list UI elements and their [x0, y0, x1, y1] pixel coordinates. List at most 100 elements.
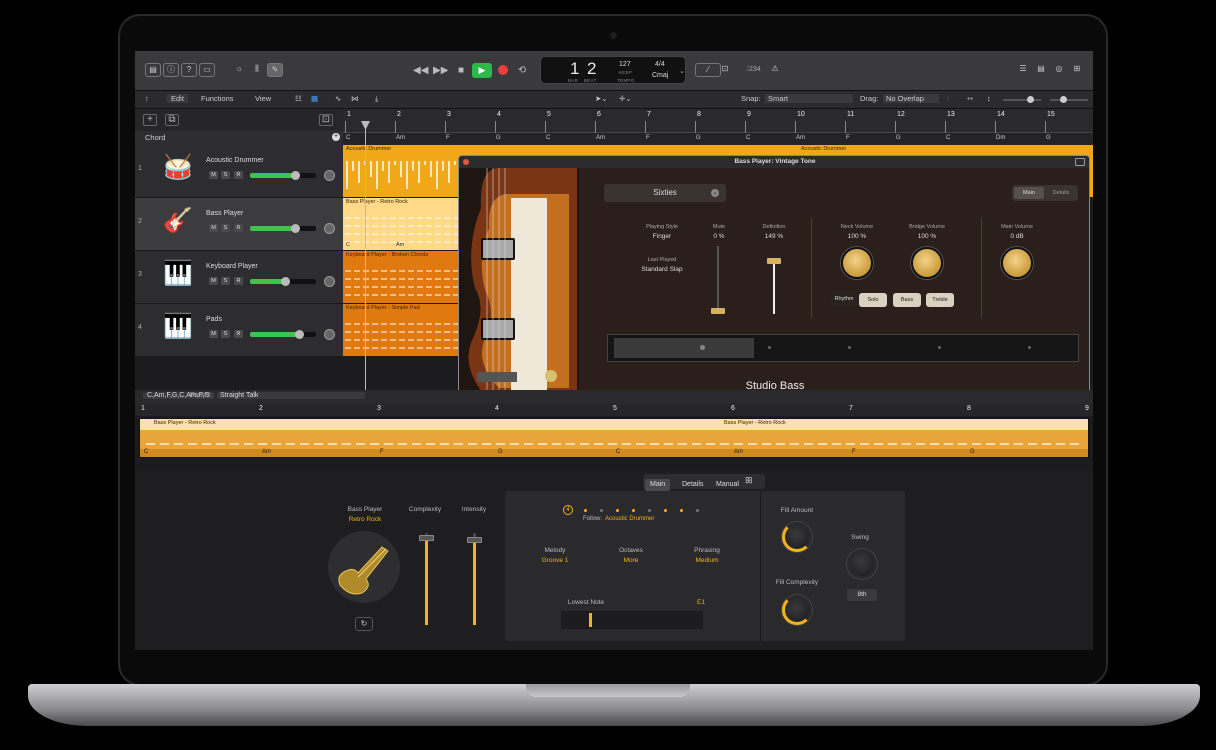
chord-symbol[interactable]: C	[346, 135, 350, 141]
editor-ruler[interactable]: 1 2 3 4 5 6 7 8 9	[135, 404, 1093, 416]
back-icon[interactable]: ↑	[145, 94, 149, 103]
mute-button[interactable]: M	[209, 330, 218, 338]
notepad-icon[interactable]: ▤	[1033, 63, 1049, 77]
playing-style-value[interactable]: Finger	[627, 233, 697, 240]
bass-button[interactable]: Bass	[893, 293, 921, 307]
play-button[interactable]: ▶	[472, 63, 492, 78]
duplicate-track-icon[interactable]: ⧉	[165, 114, 179, 126]
pan-knob[interactable]	[324, 170, 335, 181]
track-1[interactable]: 1 🥁 Acoustic Drummer M S R	[135, 145, 343, 198]
count-in-icon[interactable]: ⊡	[717, 63, 733, 77]
chord-symbol[interactable]: C	[946, 135, 950, 141]
inspector-icon[interactable]: ⓘ	[163, 63, 179, 77]
rewind-icon[interactable]: ◀◀	[413, 64, 428, 78]
timeline-ruler[interactable]: 1 2 3 4 5 6 7 8 9 10 11 12 13 14 15	[343, 109, 1093, 133]
record-enable-button[interactable]: R	[234, 224, 243, 232]
horizontal-zoom-slider[interactable]	[1003, 96, 1041, 103]
lcd-tempo[interactable]: 127	[619, 61, 631, 68]
smart-controls-icon[interactable]: ☼	[231, 63, 247, 77]
solo-button[interactable]: S	[221, 224, 230, 232]
pan-knob[interactable]	[324, 329, 335, 340]
add-track-icon[interactable]: +	[143, 114, 157, 126]
fill-complexity-knob[interactable]	[782, 595, 812, 625]
chord-symbol[interactable]: C	[546, 135, 550, 141]
edit-menu[interactable]: Edit	[167, 94, 188, 103]
chord-lane[interactable]: CAmFGCAmFGCAmFGCDmGC	[343, 133, 1093, 145]
last-played-value[interactable]: Standard Slap	[627, 266, 697, 273]
region-3[interactable]: Keyboard Player - Broken Chords	[343, 251, 459, 303]
chord-symbol[interactable]: Dm	[996, 135, 1005, 141]
plugin-expand-icon[interactable]	[1075, 158, 1085, 166]
mute-button[interactable]: M	[209, 224, 218, 232]
chord-symbol[interactable]: G	[496, 135, 501, 141]
plugin-tab-main[interactable]: Main	[1014, 187, 1044, 199]
library-icon[interactable]: ▤	[145, 63, 161, 77]
chord-symbol[interactable]: Am	[396, 135, 405, 141]
record-enable-button[interactable]: R	[234, 330, 243, 338]
main-volume-knob[interactable]	[1001, 247, 1033, 279]
catch-icon[interactable]: ⤓	[375, 94, 378, 104]
automation-icon[interactable]: ∿	[335, 94, 341, 103]
volume-fader[interactable]	[250, 171, 316, 180]
vertical-zoom-slider[interactable]	[1050, 96, 1088, 103]
chord-symbol[interactable]: F	[846, 135, 850, 141]
fill-amount-knob[interactable]	[782, 522, 812, 552]
lcd-signature[interactable]: 4/4	[655, 61, 665, 68]
neck-volume-knob[interactable]	[841, 247, 873, 279]
definition-slider-thumb[interactable]	[767, 258, 781, 264]
plugin-close-icon[interactable]	[463, 159, 469, 165]
lowest-note-slider[interactable]	[561, 611, 703, 629]
view-menu[interactable]: View	[255, 94, 271, 103]
session-tab-main[interactable]: Main	[645, 479, 671, 491]
treble-button[interactable]: Treble	[926, 293, 954, 307]
chord-symbol[interactable]: Am	[596, 135, 605, 141]
solo-button[interactable]: S	[221, 171, 230, 179]
region-4[interactable]: Keyboard Player - Simple Pad	[343, 304, 459, 356]
preset-selector[interactable]: Sixties	[604, 184, 726, 202]
chord-symbol[interactable]: G	[696, 135, 701, 141]
track-2[interactable]: 2 🎸 Bass Player M S R	[135, 198, 343, 251]
complexity-slider[interactable]	[419, 533, 434, 625]
lcd-chevron-icon[interactable]: ⌄	[679, 67, 685, 75]
session-tab-manual[interactable]: Manual	[711, 479, 744, 491]
warning-icon[interactable]: ⚠	[767, 63, 783, 77]
drag-select[interactable]: No Overlap	[883, 94, 939, 103]
track-name[interactable]: Keyboard Player	[206, 263, 258, 270]
zoom-fit-icon[interactable]: ⇿	[967, 94, 973, 103]
bridge-volume-knob[interactable]	[911, 247, 943, 279]
playhead[interactable]	[365, 121, 366, 401]
chord-symbol[interactable]: F	[646, 135, 650, 141]
region-inspector-icon[interactable]: ⊡	[319, 114, 333, 126]
player-style[interactable]: Retro Rock	[325, 516, 405, 523]
snap-select[interactable]: Smart	[765, 94, 853, 103]
vertical-zoom-icon[interactable]: ↕	[987, 94, 991, 103]
phrasing-value[interactable]: Medium	[677, 557, 737, 564]
editors-icon[interactable]: ✎	[267, 63, 283, 77]
help-icon[interactable]: ?	[181, 63, 197, 77]
list-editors-icon[interactable]: ☰	[1015, 63, 1031, 77]
mute-button[interactable]: M	[209, 277, 218, 285]
browser-icon[interactable]: ⊞	[1069, 63, 1085, 77]
solo-button[interactable]: Solo	[859, 293, 887, 307]
region-2[interactable]: Bass Player - Retro Rock C Am	[343, 198, 459, 250]
octaves-value[interactable]: More	[601, 557, 661, 564]
swing-division-select[interactable]: 8th	[847, 589, 877, 601]
refresh-icon[interactable]: ↻	[355, 617, 373, 631]
mute-slider-thumb[interactable]	[711, 308, 725, 314]
mute-slider[interactable]	[717, 246, 719, 314]
pan-knob[interactable]	[324, 223, 335, 234]
chord-symbol[interactable]: G	[1046, 135, 1051, 141]
record-button[interactable]	[498, 65, 508, 75]
loops-icon[interactable]: ◎	[1051, 63, 1067, 77]
chord-symbol[interactable]: G	[896, 135, 901, 141]
track-name[interactable]: Acoustic Drummer	[206, 157, 264, 164]
add-chord-icon[interactable]: +	[332, 133, 340, 141]
cycle-icon[interactable]: ⟲	[515, 64, 529, 78]
editor-preset-select[interactable]: Straight Talk	[217, 392, 365, 399]
player-avatar[interactable]	[328, 531, 400, 603]
alt-tool-icon[interactable]: ✛⌄	[619, 94, 632, 103]
lcd-key[interactable]: Cmaj	[652, 72, 668, 79]
lcd-display[interactable]: 1 2 BAR BEAT 127 KEEP TEMPO 4/4 Cmaj ⌄	[540, 56, 686, 84]
mixer-icon[interactable]: ⫼	[249, 63, 265, 77]
mute-button[interactable]: M	[209, 171, 218, 179]
